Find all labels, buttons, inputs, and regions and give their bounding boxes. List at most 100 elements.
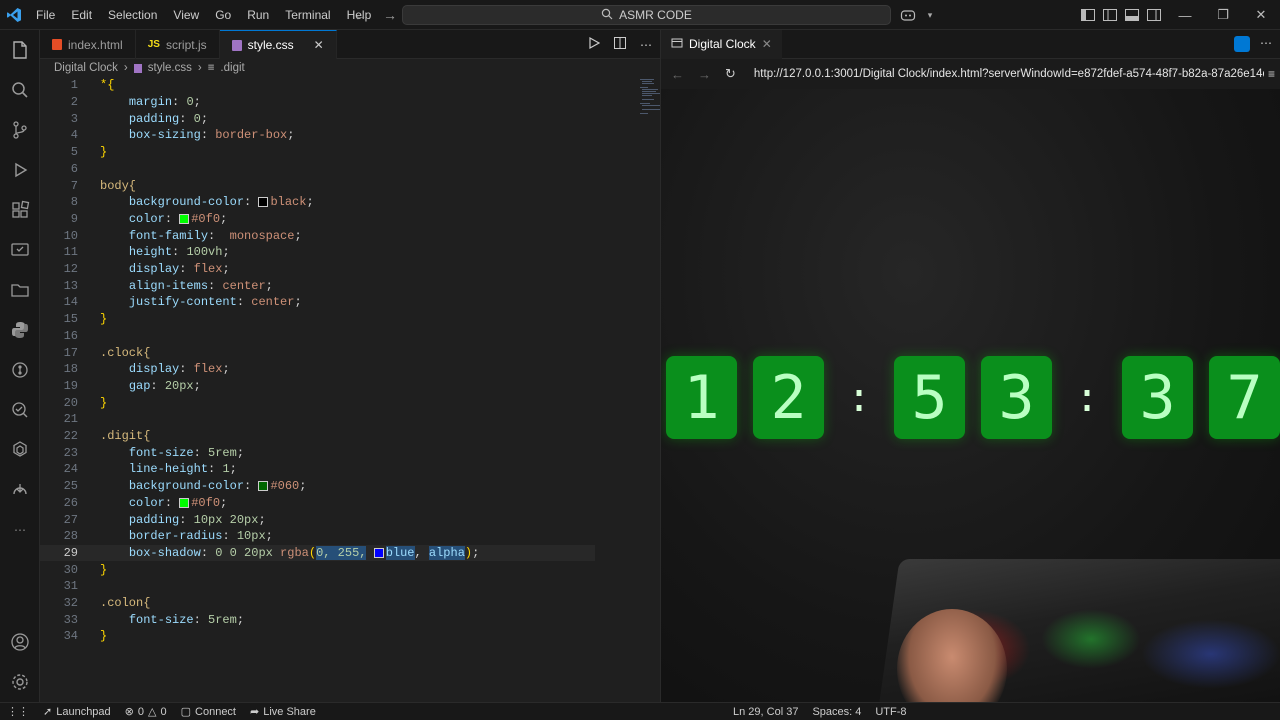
keyboard-blue-glow bbox=[1141, 619, 1280, 689]
browser-tab[interactable]: Digital Clock ✕ bbox=[661, 29, 782, 59]
connect-item[interactable]: ▢ Connect bbox=[174, 705, 243, 719]
run-file-icon[interactable] bbox=[588, 36, 601, 52]
command-center[interactable]: ASMR CODE bbox=[402, 5, 891, 25]
close-tab-icon[interactable]: ✕ bbox=[762, 37, 772, 51]
code-line: 28 border-radius: 10px; bbox=[63, 529, 273, 544]
current-code-line: 29 box-shadow: 0 0 20px rgba(0, 255, blu… bbox=[40, 544, 595, 562]
toggle-secondary-sidebar-icon[interactable] bbox=[1146, 7, 1162, 23]
testing-icon[interactable] bbox=[8, 398, 32, 422]
breadcrumb-folder[interactable]: Digital Clock bbox=[54, 62, 118, 74]
menu-terminal[interactable]: Terminal bbox=[277, 0, 338, 30]
color-swatch-green bbox=[179, 497, 190, 508]
color-swatch-dark-green bbox=[258, 480, 269, 491]
code-line: 4 box-sizing: border-box; bbox=[70, 128, 295, 143]
clock-digit: 1 bbox=[666, 356, 737, 439]
breadcrumb-file[interactable]: style.css bbox=[148, 62, 192, 74]
source-control-icon[interactable] bbox=[8, 118, 32, 142]
search-sidebar-icon[interactable] bbox=[8, 78, 32, 102]
copilot-icon[interactable] bbox=[900, 7, 916, 23]
search-icon bbox=[601, 8, 613, 23]
account-icon[interactable] bbox=[8, 630, 32, 654]
close-tab-icon[interactable]: ✕ bbox=[314, 38, 324, 52]
code-line: 2 margin: 0; bbox=[70, 95, 201, 110]
url-field[interactable]: http://127.0.0.1:3001/Digital Clock/inde… bbox=[754, 68, 1264, 80]
encoding[interactable]: UTF-8 bbox=[868, 706, 913, 718]
remote-explorer-icon[interactable] bbox=[8, 238, 32, 262]
code-line: 21 bbox=[63, 412, 78, 427]
css-file-icon bbox=[231, 39, 242, 51]
clock-digit: 2 bbox=[753, 356, 824, 439]
live-share-item[interactable]: ➦ Live Share bbox=[243, 705, 323, 719]
toggle-panel-icon[interactable] bbox=[1102, 7, 1118, 23]
color-swatch-blue bbox=[373, 547, 384, 558]
tab-style-css[interactable]: style.css ✕ bbox=[219, 30, 337, 59]
chevron-down-icon[interactable]: ▾ bbox=[922, 7, 938, 23]
layout-controls bbox=[1080, 0, 1162, 30]
browser-forward-icon[interactable]: → bbox=[698, 67, 711, 82]
code-editor[interactable]: 1 *{ 2 margin: 0; 3 padding: 0; 4 box-siz… bbox=[40, 77, 700, 702]
extensions-icon[interactable] bbox=[8, 198, 32, 222]
lock-icon[interactable] bbox=[1234, 36, 1250, 52]
close-window-icon[interactable]: ✕ bbox=[1242, 0, 1280, 30]
menu-view[interactable]: View bbox=[165, 0, 207, 30]
toggle-primary-sidebar-icon[interactable] bbox=[1080, 7, 1096, 23]
title-actions: ▾ bbox=[900, 0, 938, 30]
menu-selection[interactable]: Selection bbox=[100, 0, 165, 30]
command-center-label: ASMR CODE bbox=[619, 8, 692, 22]
menu-icon[interactable]: ≡ bbox=[1268, 67, 1275, 81]
js-file-icon: JS bbox=[147, 39, 160, 50]
vscode-logo-icon bbox=[0, 0, 28, 30]
menu-edit[interactable]: Edit bbox=[63, 0, 100, 30]
toggle-bottom-panel-icon[interactable] bbox=[1124, 7, 1140, 23]
explorer-icon[interactable] bbox=[8, 38, 32, 62]
browser-tab-bar: Digital Clock ✕ bbox=[661, 29, 1280, 59]
more-actions-icon[interactable]: ⋯ bbox=[640, 38, 652, 52]
status-bar: ⋮⋮ ➚ Launchpad ⊗ 0 △ 0 ▢ Connect ➦ Live … bbox=[0, 702, 1280, 720]
error-icon: ⊗ bbox=[124, 706, 134, 718]
code-line: 18 display: flex; bbox=[63, 362, 230, 377]
code-line: 3 padding: 0; bbox=[70, 111, 209, 126]
openai-icon[interactable] bbox=[8, 438, 32, 462]
gitlens-icon[interactable] bbox=[8, 358, 32, 382]
code-line: 6 bbox=[70, 161, 78, 176]
minimize-icon[interactable]: — bbox=[1166, 0, 1204, 30]
deploy-icon[interactable] bbox=[8, 478, 32, 502]
breadcrumb: Digital Clock › style.css › ≡ .digit bbox=[40, 59, 660, 77]
forward-arrow-icon[interactable]: → bbox=[382, 7, 398, 23]
tab-index-html[interactable]: index.html bbox=[40, 30, 136, 59]
code-line: 5} bbox=[70, 145, 108, 160]
code-line: 25 background-color: #060; bbox=[63, 479, 307, 494]
code-line: 27 padding: 10px 20px; bbox=[63, 512, 266, 527]
restore-icon[interactable]: ❐ bbox=[1204, 0, 1242, 30]
browser-tab-label: Digital Clock bbox=[689, 37, 756, 51]
reload-icon[interactable]: ↻ bbox=[725, 66, 736, 82]
editor-actions: ⋯ bbox=[588, 30, 652, 59]
folder-icon[interactable] bbox=[8, 278, 32, 302]
menu-run[interactable]: Run bbox=[239, 0, 277, 30]
launchpad-item[interactable]: ➚ Launchpad bbox=[36, 705, 118, 719]
breadcrumb-symbol[interactable]: .digit bbox=[220, 62, 244, 74]
run-debug-icon[interactable] bbox=[8, 158, 32, 182]
code-line: 19 gap: 20px; bbox=[63, 378, 201, 393]
cursor-position[interactable]: Ln 29, Col 37 bbox=[726, 706, 805, 718]
python-icon[interactable] bbox=[8, 318, 32, 342]
browser-back-icon[interactable]: ← bbox=[671, 67, 684, 82]
menu-file[interactable]: File bbox=[28, 0, 63, 30]
settings-gear-icon[interactable] bbox=[8, 670, 32, 694]
back-arrow-icon[interactable]: ← bbox=[352, 7, 368, 23]
split-editor-icon[interactable] bbox=[614, 37, 626, 52]
code-line: 13 align-items: center; bbox=[63, 278, 273, 293]
problems-item[interactable]: ⊗ 0 △ 0 bbox=[118, 705, 174, 719]
css-file-icon bbox=[133, 63, 142, 73]
tab-label: index.html bbox=[68, 37, 123, 52]
more-views-icon[interactable]: ⋯ bbox=[8, 518, 32, 542]
menu-go[interactable]: Go bbox=[207, 0, 239, 30]
tab-script-js[interactable]: JS script.js bbox=[136, 30, 220, 59]
remote-indicator-icon[interactable]: ⋮⋮ bbox=[0, 705, 36, 718]
code-line: 11 height: 100vh; bbox=[63, 245, 230, 260]
code-line: 22 .digit{ bbox=[63, 429, 151, 444]
digital-clock: 1 2 : 5 3 : 3 7 bbox=[666, 356, 1280, 439]
more-actions-icon[interactable]: ⋯ bbox=[1260, 36, 1272, 50]
keyboard-green-glow bbox=[1041, 609, 1141, 669]
indentation[interactable]: Spaces: 4 bbox=[805, 706, 868, 718]
